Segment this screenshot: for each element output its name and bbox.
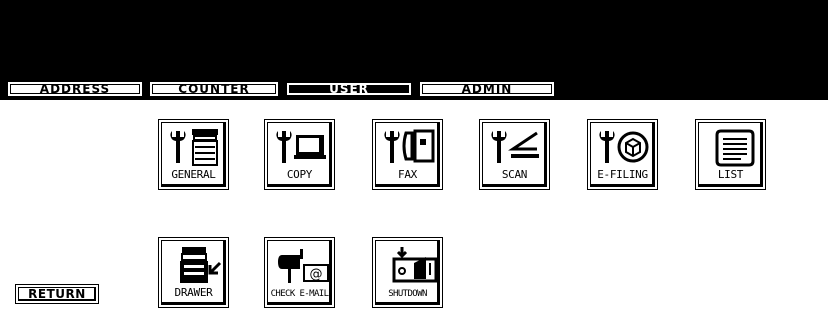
general-button[interactable]: GENERAL bbox=[158, 119, 229, 190]
tab-address[interactable]: ADDRESS bbox=[6, 80, 144, 98]
tab-admin[interactable]: ADMIN bbox=[418, 80, 556, 98]
check-e-mail-button[interactable]: @ CHECK E-MAIL bbox=[264, 237, 335, 308]
drawer-label: DRAWER bbox=[174, 286, 213, 299]
drawer-copier-icon bbox=[180, 247, 222, 283]
scan-label: SCAN bbox=[501, 168, 528, 181]
fax-label: FAX bbox=[398, 168, 417, 181]
copy-button[interactable]: COPY bbox=[264, 119, 335, 190]
list-scroll-icon bbox=[715, 129, 755, 167]
e-filing-button[interactable]: E-FILING bbox=[587, 119, 658, 190]
shutdown-button[interactable]: SHUTDOWN bbox=[372, 237, 443, 308]
tab-underline bbox=[0, 98, 560, 100]
scan-button[interactable]: SCAN bbox=[479, 119, 550, 190]
wrench-copy-icon bbox=[276, 131, 326, 163]
svg-text:@: @ bbox=[310, 267, 323, 282]
wrench-box-icon bbox=[599, 131, 649, 163]
drawer-button[interactable]: DRAWER bbox=[158, 237, 229, 308]
tab-user[interactable]: USER bbox=[284, 80, 414, 98]
shutdown-label: SHUTDOWN bbox=[388, 289, 427, 299]
wrench-copier-icon bbox=[170, 129, 218, 166]
check-e-mail-label: CHECK E-MAIL bbox=[270, 289, 329, 299]
mailbox-icon: @ bbox=[278, 249, 329, 283]
wrench-fax-icon bbox=[384, 129, 435, 163]
power-switch-icon bbox=[392, 247, 438, 283]
fax-button[interactable]: FAX bbox=[372, 119, 443, 190]
copy-label: COPY bbox=[286, 168, 313, 181]
list-label: LIST bbox=[717, 168, 744, 181]
tab-counter[interactable]: COUNTER bbox=[148, 80, 280, 98]
return-button[interactable]: RETURN bbox=[15, 284, 99, 304]
wrench-scan-icon bbox=[491, 131, 539, 163]
general-label: GENERAL bbox=[171, 168, 216, 181]
e-filing-label: E-FILING bbox=[597, 168, 648, 181]
list-button[interactable]: LIST bbox=[695, 119, 766, 190]
